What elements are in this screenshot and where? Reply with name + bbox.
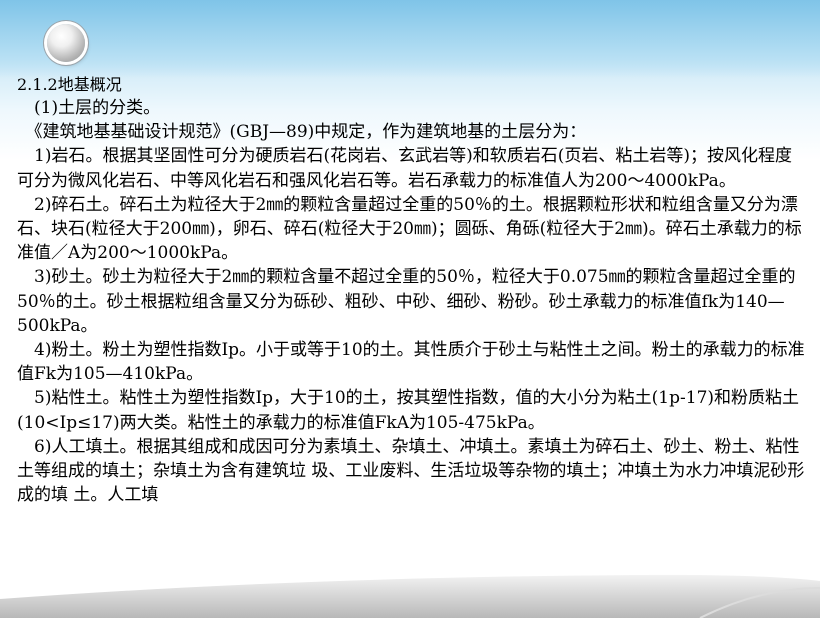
- slide-footer-decoration: [0, 572, 820, 618]
- paragraph-sand: 3)砂土。砂土为粒径大于2㎜的颗粒含量不超过全重的50％，粒径大于0.075㎜的…: [17, 267, 796, 336]
- slide-bullet-orb-icon: [47, 24, 85, 62]
- paragraph-code-reference: 《建筑地基基础设计规范》(GBJ—89)中规定，作为建筑地基的土层分为：: [17, 122, 587, 143]
- slide-body: 2.1.2地基概况 (1)土层的分类。 《建筑地基基础设计规范》(GBJ—89)…: [17, 74, 807, 507]
- paragraph-clay-soil: 5)粘性土。粘性土为塑性指数Ip，大于10的土，按其塑性指数，值的大小分为粘土(…: [17, 388, 800, 433]
- paragraph-soil-classification: (1)土层的分类。: [17, 98, 161, 118]
- paragraph-gravel-soil: 2)碎石土。碎石土为粒径大于2㎜的颗粒含量超过全重的50％的土。根据颗粒形状和粒…: [17, 194, 802, 264]
- paragraph-silt: 4)粉土。粉土为塑性指数Ip。小于或等于10的土。其性质介于砂土与粘性土之间。粉…: [17, 340, 805, 385]
- slide-header-band: [0, 0, 820, 78]
- section-heading: 2.1.2地基概况: [17, 75, 122, 94]
- paragraph-artificial-fill: 6)人工填土。根据其组成和成因可分为素填土、杂填土、冲填土。素填土为碎石土、砂土…: [17, 436, 805, 506]
- paragraph-rock: 1)岩石。根据其坚固性可分为硬质岩石(花岗岩、玄武岩等)和软质岩石(页岩、粘土岩…: [17, 146, 792, 191]
